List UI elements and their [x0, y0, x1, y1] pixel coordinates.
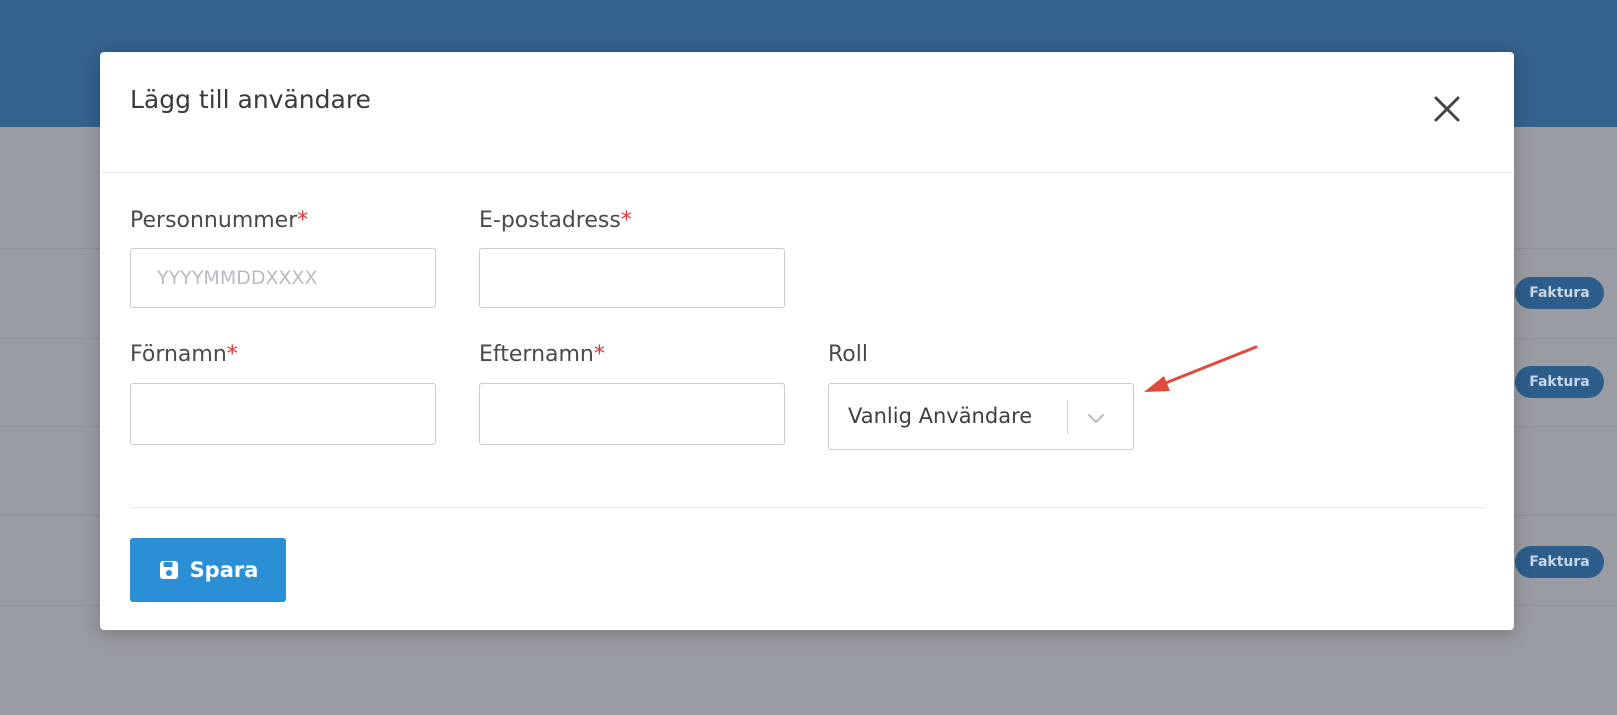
- email-input[interactable]: [479, 248, 785, 308]
- role-selected-text: Vanlig Användare: [848, 404, 1033, 428]
- fornamn-label-text: Förnamn: [130, 342, 227, 367]
- header-divider: [100, 172, 1514, 173]
- epost-label: E-postadress*: [479, 208, 632, 233]
- save-button-label: Spara: [189, 558, 259, 582]
- modal-title: Lägg till användare: [130, 85, 371, 114]
- required-marker: *: [226, 342, 238, 367]
- personnummer-label: Personnummer*: [130, 208, 308, 233]
- efternamn-label-text: Efternamn: [479, 342, 594, 367]
- page: Faktura Faktura Faktura Lägg till använd…: [0, 0, 1617, 715]
- role-select[interactable]: Vanlig Användare: [828, 383, 1134, 450]
- personnummer-label-text: Personnummer: [130, 208, 298, 233]
- add-user-modal: Lägg till användare Personnummer* E-post…: [100, 52, 1514, 630]
- faktura-badge: Faktura: [1515, 277, 1604, 309]
- roll-label: Roll: [828, 342, 868, 367]
- first-name-input[interactable]: [130, 383, 436, 445]
- chevron-down-icon[interactable]: [1081, 404, 1111, 432]
- faktura-badge: Faktura: [1515, 546, 1604, 578]
- faktura-badge: Faktura: [1515, 366, 1604, 398]
- footer-divider: [130, 507, 1486, 508]
- required-marker: *: [297, 208, 309, 233]
- fornamn-label: Förnamn*: [130, 342, 238, 367]
- save-icon: [159, 561, 178, 579]
- efternamn-label: Efternamn*: [479, 342, 605, 367]
- personnummer-input[interactable]: [130, 248, 436, 308]
- select-separator: [1067, 400, 1068, 434]
- required-marker: *: [620, 208, 632, 233]
- epost-label-text: E-postadress: [479, 208, 621, 233]
- save-button[interactable]: Spara: [130, 538, 286, 602]
- last-name-input[interactable]: [479, 383, 785, 445]
- close-button[interactable]: [1430, 92, 1464, 126]
- role-select-value: Vanlig Användare: [848, 404, 1032, 428]
- close-icon: [1434, 96, 1460, 122]
- required-marker: *: [593, 342, 605, 367]
